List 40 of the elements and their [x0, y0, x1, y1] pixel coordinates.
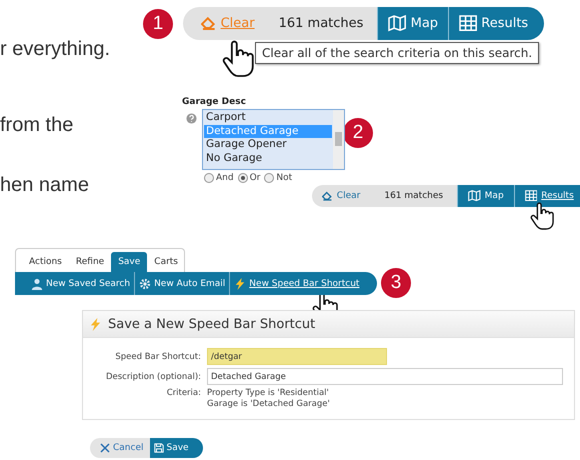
match-count: 161 matches: [383, 190, 444, 203]
paragraph-text: r everything.: [0, 37, 110, 62]
clear-button[interactable]: Clear: [312, 185, 370, 207]
map-button[interactable]: Map: [457, 185, 514, 207]
save-button[interactable]: Save: [150, 438, 203, 458]
match-count: 161 matches: [278, 15, 364, 33]
list-option[interactable]: Carport: [204, 111, 332, 124]
radio-label: Not: [276, 173, 292, 183]
criteria-text: Property Type is 'Residential': [207, 388, 330, 399]
step-number-badge: 3: [381, 268, 411, 298]
results-button[interactable]: Results: [448, 7, 544, 40]
tab[interactable]: Carts: [147, 252, 185, 272]
list-option[interactable]: Garage Opener: [204, 138, 332, 152]
list-option[interactable]: Detached Garage: [204, 124, 332, 138]
input-field[interactable]: Detached Garage: [207, 368, 563, 385]
field-label: Description (optional):: [104, 372, 202, 382]
cancel-button[interactable]: Cancel: [90, 438, 150, 458]
dialog-title: Save a New Speed Bar Shortcut: [108, 316, 316, 332]
field-label: Criteria:: [166, 388, 202, 398]
radio-label: Or: [250, 173, 260, 183]
field-label: Garage Desc: [182, 97, 246, 107]
radio-label: And: [216, 173, 234, 183]
list-option[interactable]: No Garage: [204, 152, 332, 165]
paragraph-text: hen name: [0, 173, 89, 198]
tab[interactable]: Actions: [22, 252, 69, 272]
tab[interactable]: Refine: [68, 252, 112, 272]
criteria-text: Garage is 'Detached Garage': [207, 399, 330, 410]
toolbar-button[interactable]: New Auto Email: [134, 272, 230, 295]
toolbar-button[interactable]: New Speed Bar Shortcut: [229, 272, 364, 295]
results-button[interactable]: Results: [514, 185, 580, 207]
tooltip: Clear all of the search criteria on this search.: [255, 42, 540, 64]
garage-listbox[interactable]: Carport Detached Garage Garage Opener No Garage: [202, 109, 345, 170]
map-button[interactable]: Map: [377, 7, 448, 40]
input-field[interactable]: /detgar: [207, 348, 387, 365]
field-label: Speed Bar Shortcut:: [114, 352, 202, 362]
tab[interactable]: Save: [111, 252, 148, 272]
step-number-badge: 2: [343, 118, 373, 148]
step-number-badge: 1: [143, 9, 173, 39]
toolbar-button[interactable]: New Saved Search: [27, 272, 134, 295]
paragraph-text: from the: [0, 113, 74, 138]
